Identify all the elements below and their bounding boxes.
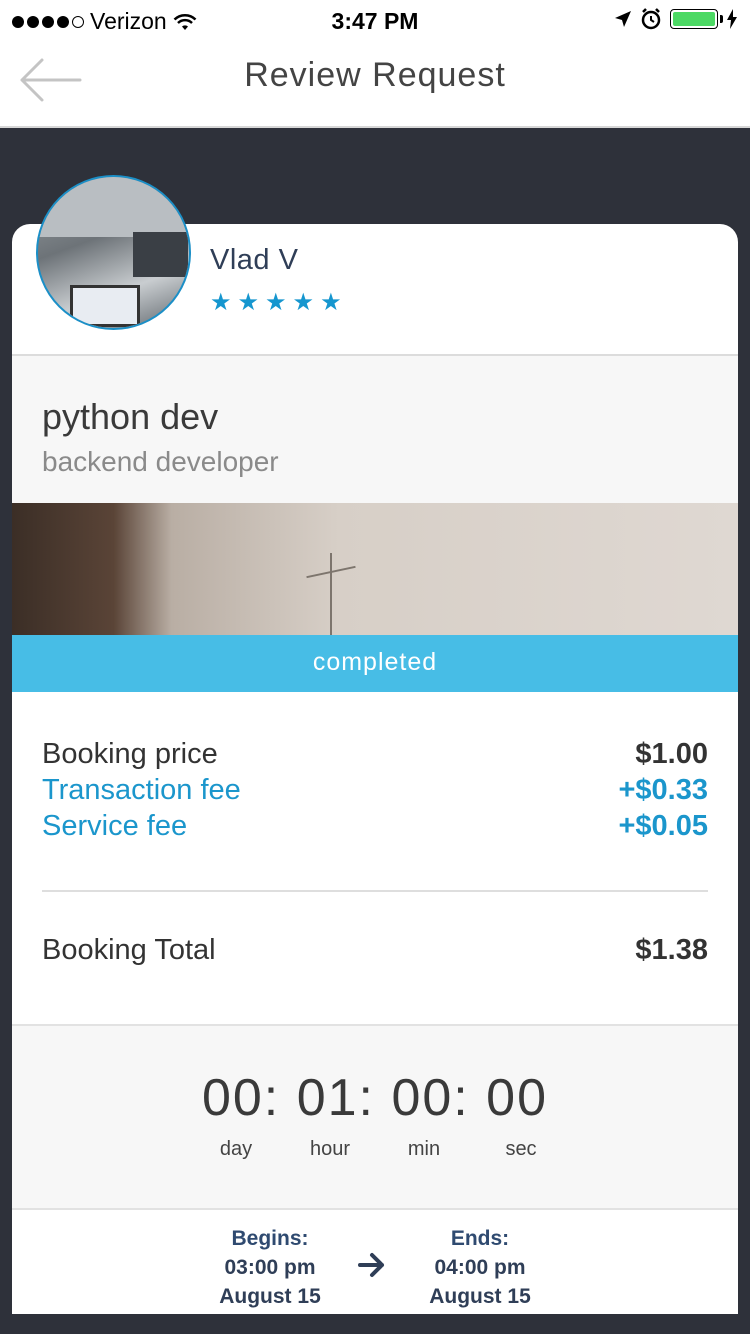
status-icons bbox=[614, 8, 738, 30]
star-icon: ★ bbox=[237, 289, 260, 316]
ends-time: 04:00 pm bbox=[434, 1256, 526, 1279]
star-icon: ★ bbox=[292, 289, 315, 316]
job-subtitle: backend developer bbox=[42, 446, 279, 477]
status-banner: completed bbox=[12, 635, 738, 692]
job-photo bbox=[12, 503, 738, 635]
begins-date: August 15 bbox=[219, 1285, 321, 1308]
timer-label-min: min bbox=[407, 1138, 441, 1160]
transaction-fee-label[interactable]: Transaction fee bbox=[42, 774, 241, 807]
job-title: python dev bbox=[42, 396, 219, 437]
job-info: python dev backend developer bbox=[12, 356, 738, 503]
booking-card: Vlad V ★ ★ ★ ★ ★ python dev backend deve… bbox=[12, 224, 738, 1314]
status-bar: Verizon 3:47 PM bbox=[0, 0, 750, 40]
divider bbox=[42, 890, 708, 892]
profile-name[interactable]: Vlad V bbox=[210, 244, 298, 277]
alarm-clock-icon bbox=[641, 8, 661, 30]
booking-price-value: $1.00 bbox=[635, 738, 708, 770]
timer-label-hour: hour bbox=[309, 1138, 351, 1160]
star-icon: ★ bbox=[265, 289, 287, 316]
booking-price-row: Booking price $1.00 bbox=[42, 738, 708, 771]
begins-label: Begins: bbox=[231, 1227, 309, 1250]
navigation-bar: Review Request bbox=[0, 40, 750, 128]
service-fee-value: +$0.05 bbox=[618, 810, 708, 842]
booking-total-label: Booking Total bbox=[42, 934, 216, 966]
timer-label-sec: sec bbox=[505, 1138, 537, 1160]
countdown-timer: 00: 01: 00: 00 day hour min sec bbox=[12, 1024, 738, 1210]
begins-time: 03:00 pm bbox=[224, 1256, 316, 1279]
booking-total-value: $1.38 bbox=[635, 934, 708, 966]
booking-price-label: Booking price bbox=[42, 738, 218, 770]
battery-level bbox=[673, 12, 715, 26]
rating-stars: ★ ★ ★ ★ ★ bbox=[210, 288, 342, 317]
battery-icon bbox=[670, 9, 723, 29]
star-icon: ★ bbox=[210, 289, 232, 316]
schedule-begins: Begins: 03:00 pm August 15 bbox=[170, 1224, 370, 1311]
location-arrow-icon bbox=[615, 11, 631, 27]
service-fee-label[interactable]: Service fee bbox=[42, 810, 187, 843]
charging-bolt-icon bbox=[727, 9, 737, 29]
schedule-ends: Ends: 04:00 pm August 15 bbox=[380, 1224, 580, 1311]
star-icon: ★ bbox=[320, 289, 342, 316]
timer-digits: 00: 01: 00: 00 bbox=[201, 1069, 549, 1127]
booking-total-row: Booking Total $1.38 bbox=[42, 934, 708, 967]
ends-label: Ends: bbox=[450, 1227, 510, 1250]
ends-date: August 15 bbox=[429, 1285, 531, 1308]
transaction-fee-value: +$0.33 bbox=[618, 774, 708, 806]
service-fee-row: Service fee +$0.05 bbox=[42, 810, 708, 843]
avatar[interactable] bbox=[36, 175, 191, 330]
transaction-fee-row: Transaction fee +$0.33 bbox=[42, 774, 708, 807]
timer-label-day: day bbox=[219, 1138, 253, 1160]
page-title: Review Request bbox=[244, 56, 506, 94]
